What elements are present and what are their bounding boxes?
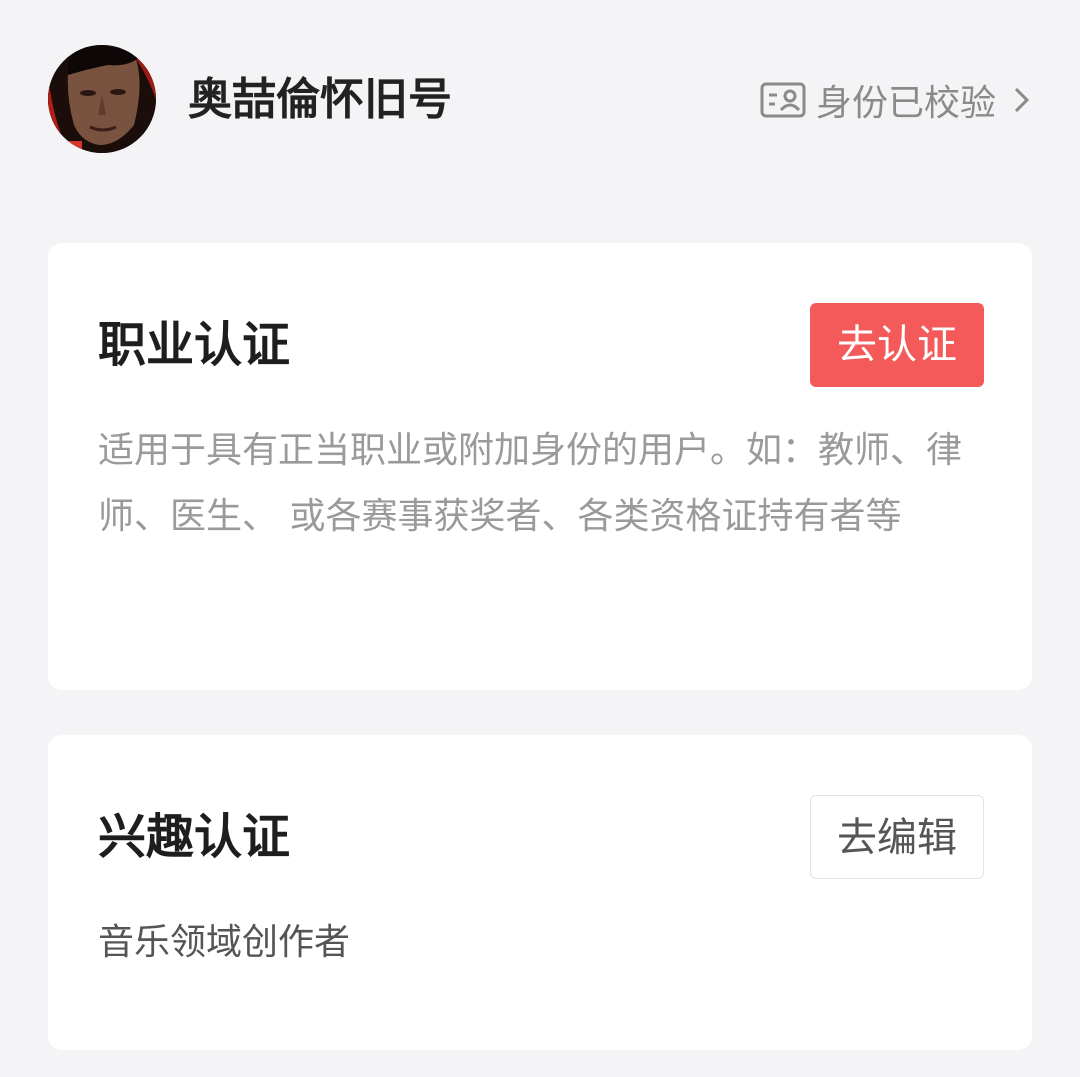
- id-card-icon: [760, 82, 806, 118]
- chevron-right-icon: [1014, 87, 1030, 113]
- interest-verification-value: 音乐领域创作者: [98, 922, 351, 963]
- interest-verification-title: 兴趣认证: [98, 809, 291, 865]
- interest-verification-card: 兴趣认证 去编辑 音乐领域创作者: [48, 735, 1032, 1050]
- avatar-image: [48, 45, 156, 153]
- go-verify-button[interactable]: 去认证: [810, 303, 984, 387]
- professional-verification-title: 职业认证: [98, 317, 291, 373]
- verification-page: 奥喆倫怀旧号 身份已校验 职业认证 去认证 适用于具有正当职业或附加身份的用户。…: [0, 0, 1080, 1077]
- identity-verified-label: 身份已校验: [815, 83, 996, 124]
- profile-header: 奥喆倫怀旧号 身份已校验: [0, 0, 1080, 200]
- go-edit-button[interactable]: 去编辑: [810, 795, 984, 879]
- avatar[interactable]: [48, 45, 156, 153]
- identity-verified-link[interactable]: 身份已校验: [760, 72, 1032, 128]
- username: 奥喆倫怀旧号: [188, 74, 452, 125]
- professional-verification-description: 适用于具有正当职业或附加身份的用户。如：教师、律师、医生、 或各赛事获奖者、各类…: [98, 430, 963, 537]
- professional-verification-card: 职业认证 去认证 适用于具有正当职业或附加身份的用户。如：教师、律师、医生、 或…: [48, 243, 1032, 690]
